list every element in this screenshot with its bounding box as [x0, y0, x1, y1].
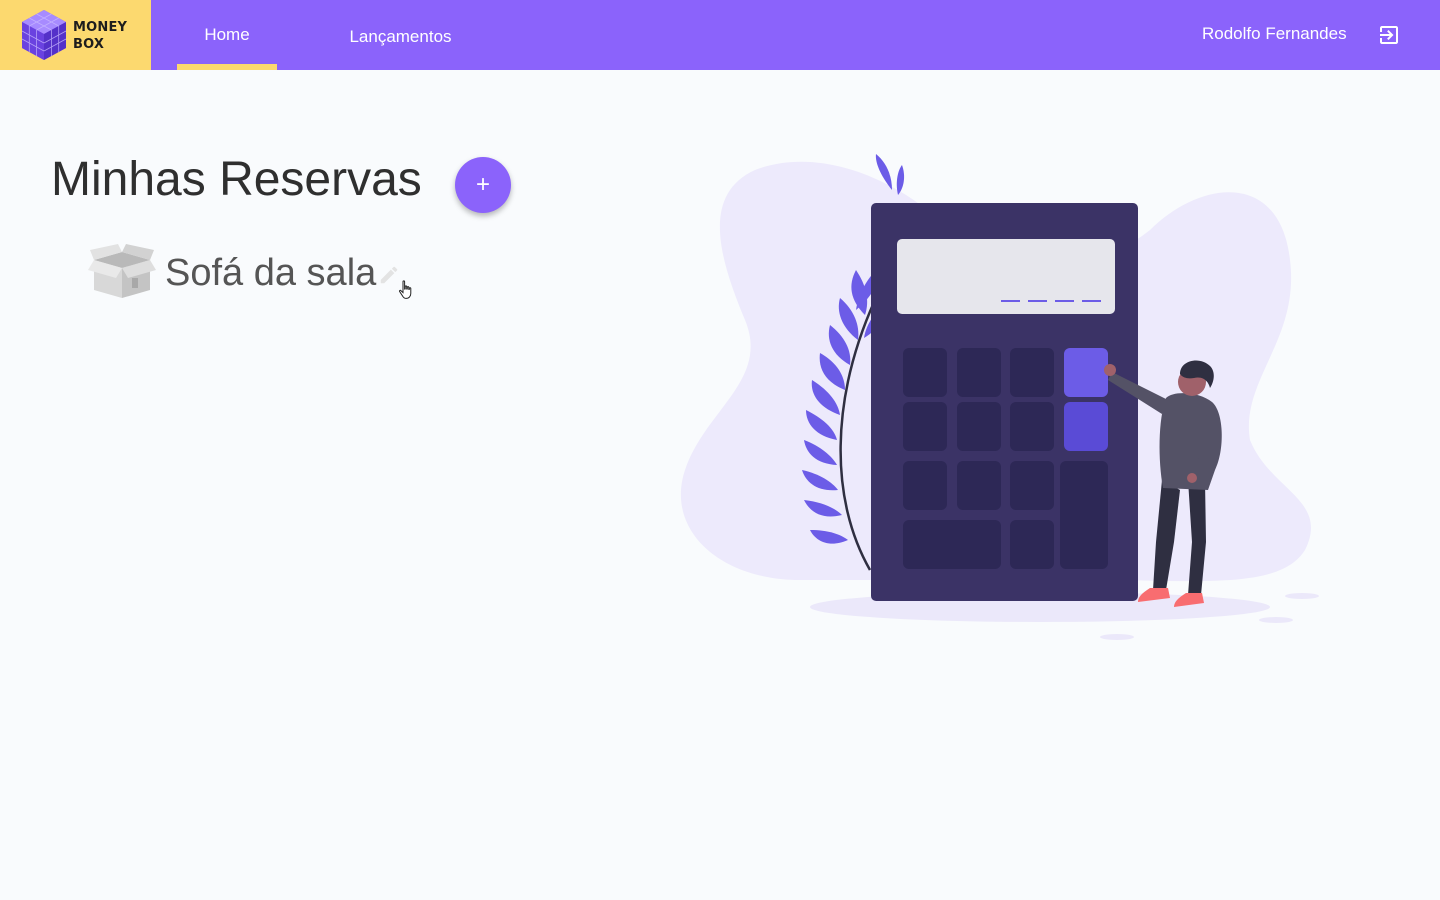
- brand[interactable]: MONEY BOX: [0, 0, 151, 70]
- user-name[interactable]: Rodolfo Fernandes: [1202, 24, 1347, 44]
- cube-logo-icon: [21, 10, 67, 60]
- add-reserve-button[interactable]: +: [455, 157, 511, 213]
- calculator-illustration: [680, 154, 1319, 640]
- tab-lancamentos[interactable]: Lançamentos: [330, 2, 471, 72]
- brand-line-2: BOX: [73, 37, 105, 52]
- open-box-icon: [88, 244, 156, 298]
- top-navbar: MONEY BOX Home Lançamentos Rodolfo Ferna…: [0, 0, 1440, 70]
- pencil-icon[interactable]: [378, 264, 400, 286]
- page-title: Minhas Reservas: [51, 153, 422, 206]
- tab-home[interactable]: Home: [177, 0, 277, 70]
- brand-line-1: MONEY: [73, 20, 128, 35]
- reserve-name: Sofá da sala: [165, 252, 377, 294]
- brand-name: MONEY BOX: [73, 19, 127, 53]
- hand-pointer-icon: [398, 280, 412, 299]
- logout-icon[interactable]: [1377, 23, 1401, 47]
- reserve-list-item[interactable]: Sofá da sala: [88, 240, 428, 304]
